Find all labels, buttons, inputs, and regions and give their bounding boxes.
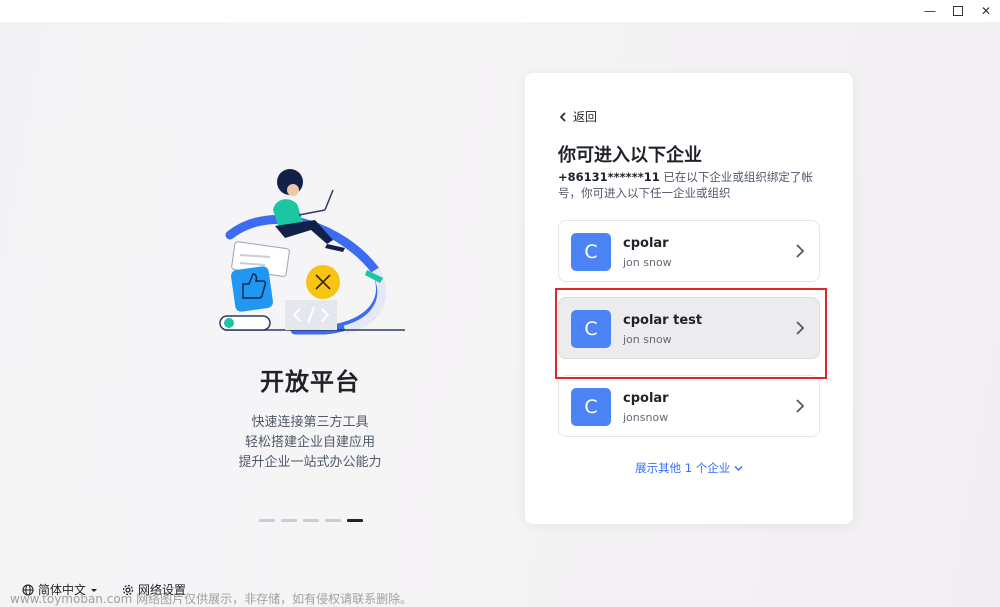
chevron-right-icon [796,399,805,413]
promo-title: 开放平台 [260,368,360,396]
org-user: jonsnow [623,411,669,424]
org-name: cpolar [623,236,669,251]
chevron-right-icon [796,244,805,258]
org-avatar: C [571,233,611,271]
carousel-dot-active[interactable] [347,519,363,522]
thumbs-up-icon [231,266,273,312]
maximize-button[interactable] [944,2,972,20]
carousel-indicator [259,519,363,522]
selection-highlight-box [555,288,827,379]
maximize-icon [953,6,963,16]
close-icon [306,265,340,299]
close-window-button[interactable]: ✕ [972,2,1000,20]
org-user: jon snow [623,256,672,269]
page-title: 你可进入以下企业 [558,145,702,166]
phone-number: +86131******11 [558,170,660,184]
code-icon [285,300,337,330]
org-item[interactable]: C cpolar jonsnow [558,375,820,437]
show-more-suffix: 个企业 [692,461,731,475]
carousel-dot[interactable] [303,519,319,522]
promo-line-3: 提升企业一站式办公能力 [238,455,382,470]
carousel-dot[interactable] [281,519,297,522]
card-description: +86131******11 已在以下企业或组织绑定了帐号，你可进入以下任一企业… [558,169,826,201]
chevron-down-icon [734,465,743,472]
minimize-icon: — [924,4,936,18]
open-platform-illustration [219,169,405,335]
carousel-dot[interactable] [325,519,341,522]
watermark: www.toymoban.com 网络图片仅供展示，非存储，如有侵权请联系删除。 [10,592,413,606]
org-name: cpolar [623,391,669,406]
org-item[interactable]: C cpolar jon snow [558,220,820,282]
promo-line-1: 快速连接第三方工具 [251,415,369,430]
back-button[interactable]: 返回 [559,108,597,125]
carousel-dot[interactable] [259,519,275,522]
org-avatar: C [571,388,611,426]
show-more-orgs-link[interactable]: 展示其他 1 个企业 [525,460,853,476]
back-label: 返回 [573,110,598,124]
promo-line-2: 轻松搭建企业自建应用 [244,435,375,450]
minimize-button[interactable]: — [916,2,944,20]
show-more-count: 1 [684,461,693,475]
chevron-left-icon [559,111,566,122]
show-more-prefix: 展示其他 [635,461,685,475]
close-icon: ✕ [980,4,992,18]
title-bar: — ✕ [0,0,1000,22]
